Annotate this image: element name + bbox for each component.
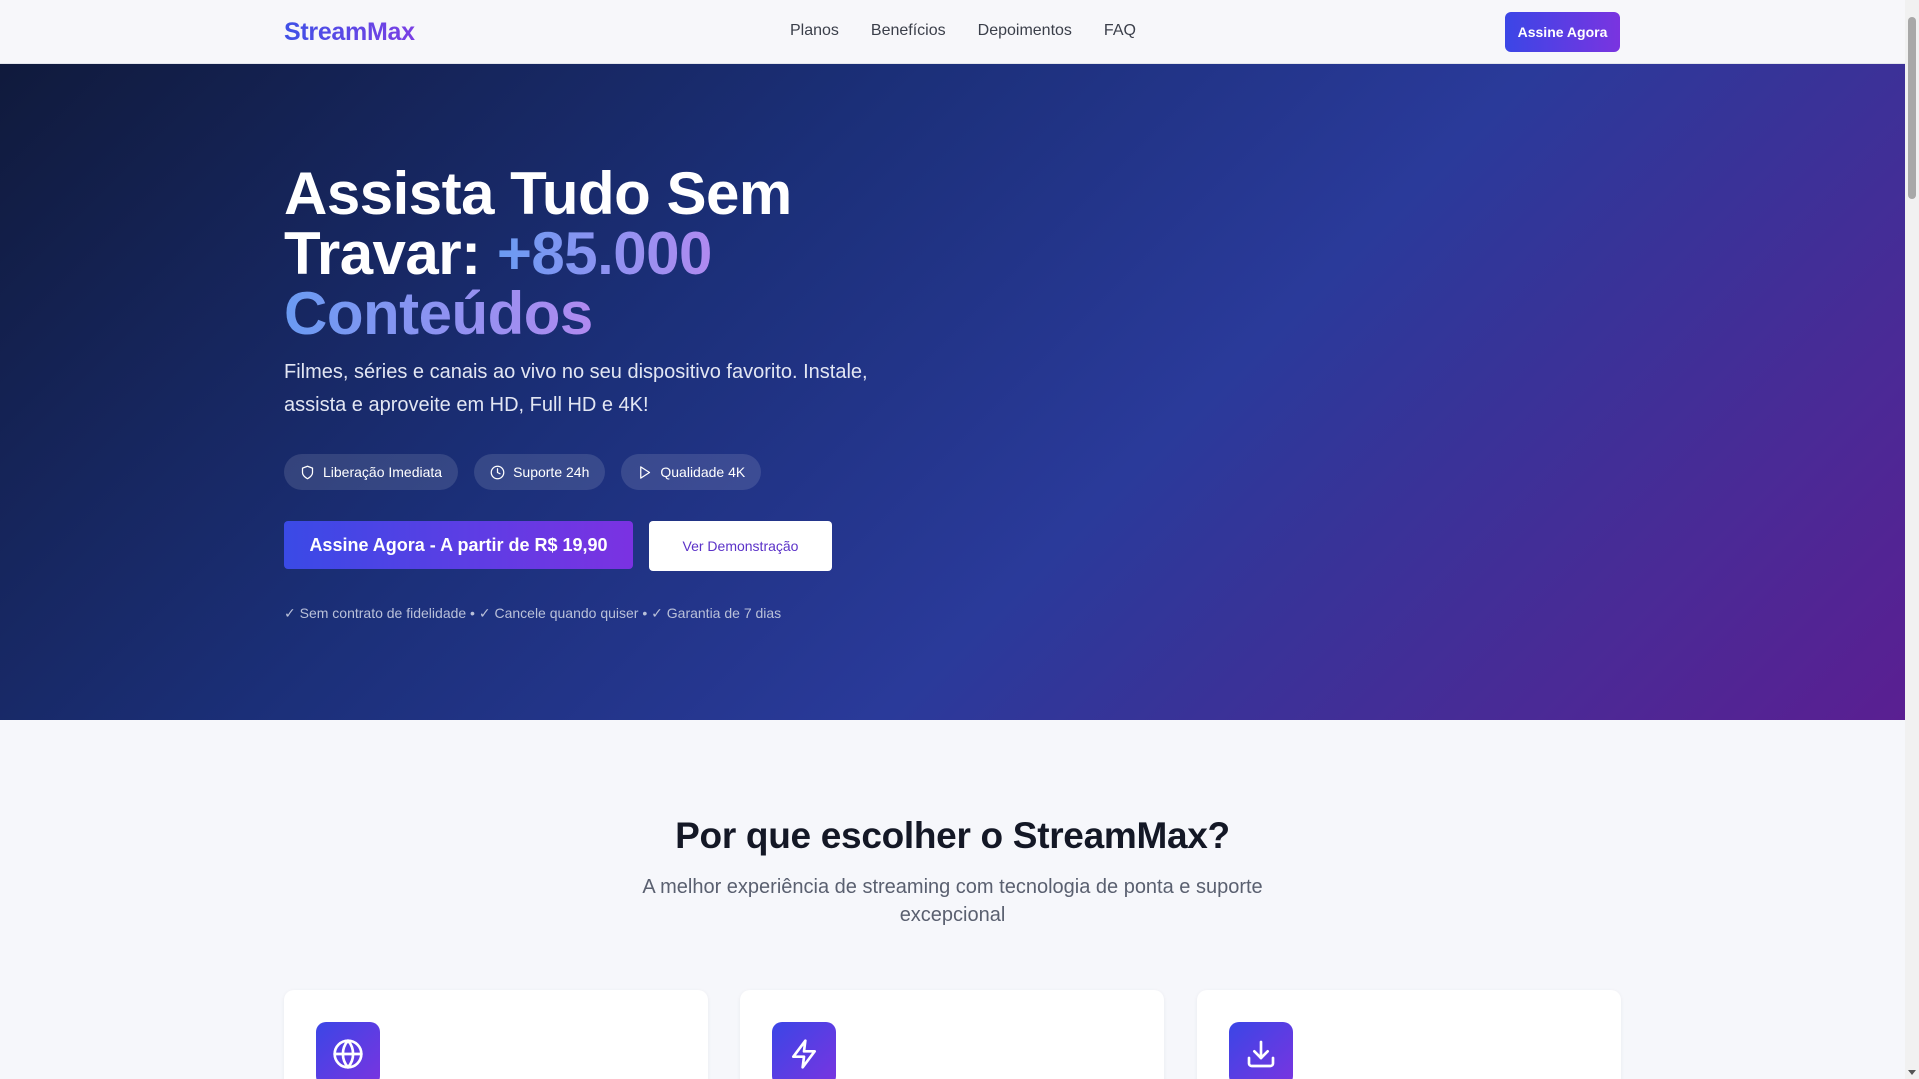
page-scrollbar[interactable] [1905, 0, 1919, 1079]
features-title: Por que escolher o StreamMax? [675, 815, 1230, 856]
hero-section: Assista Tudo Sem Travar: +85.000 Conteúd… [0, 64, 1905, 720]
scroll-down-arrow-icon[interactable] [1908, 1070, 1916, 1075]
hero-title-highlight-word: Conteúdos [284, 280, 593, 347]
download-icon [1247, 1040, 1275, 1068]
nav-subscribe-button[interactable]: Assine Agora [1505, 12, 1620, 52]
features-subtitle: A melhor experiência de streaming com te… [642, 876, 1263, 926]
pill-qualidade: Qualidade 4K [621, 454, 762, 490]
feature-card-icon [772, 1022, 836, 1079]
feature-card [1197, 990, 1621, 1079]
clock-icon [490, 465, 505, 479]
hero-title-line2: Travar: [284, 220, 481, 287]
brand-logo[interactable]: StreamMax [284, 18, 415, 47]
nav-link-beneficios[interactable]: Benefícios [871, 22, 946, 40]
nav-link-depoimentos[interactable]: Depoimentos [978, 22, 1072, 40]
hero-title-highlight-count: +85.000 [496, 220, 713, 287]
pill-label: Suporte 24h [513, 464, 590, 480]
nav-links: Planos Benefícios Depoimentos FAQ [790, 22, 1168, 40]
feature-card-icon [1229, 1022, 1293, 1079]
shield-icon [301, 465, 314, 479]
feature-card [740, 990, 1164, 1079]
nav-link-planos[interactable]: Planos [790, 22, 839, 40]
guarantees-text: ✓ Sem contrato de fidelidade • ✓ Cancele… [284, 605, 782, 621]
pill-label: Qualidade 4K [660, 464, 746, 480]
lightning-icon [792, 1039, 816, 1069]
subscribe-cta-button[interactable]: Assine Agora - A partir de R$ 19,90 [284, 521, 633, 569]
hero-subtitle: Filmes, séries e canais ao vivo no seu d… [284, 361, 868, 416]
pill-suporte: Suporte 24h [474, 454, 606, 490]
globe-icon [333, 1039, 363, 1069]
play-icon [640, 465, 651, 479]
feature-card-icon [316, 1022, 380, 1079]
pill-liberacao: Liberação Imediata [284, 454, 459, 490]
scrollbar-thumb[interactable] [1908, 17, 1916, 199]
top-navbar: StreamMax Planos Benefícios Depoimentos … [0, 0, 1905, 64]
feature-pills: Liberação Imediata Suporte 24h Qualidade… [284, 454, 762, 490]
hero-title: Assista Tudo Sem Travar: +85.000 Conteúd… [284, 164, 924, 344]
pill-label: Liberação Imediata [323, 464, 443, 480]
feature-card [284, 990, 708, 1079]
demo-button[interactable]: Ver Demonstração [649, 521, 832, 571]
nav-link-faq[interactable]: FAQ [1104, 22, 1136, 40]
hero-title-line1: Assista Tudo Sem [284, 160, 792, 227]
